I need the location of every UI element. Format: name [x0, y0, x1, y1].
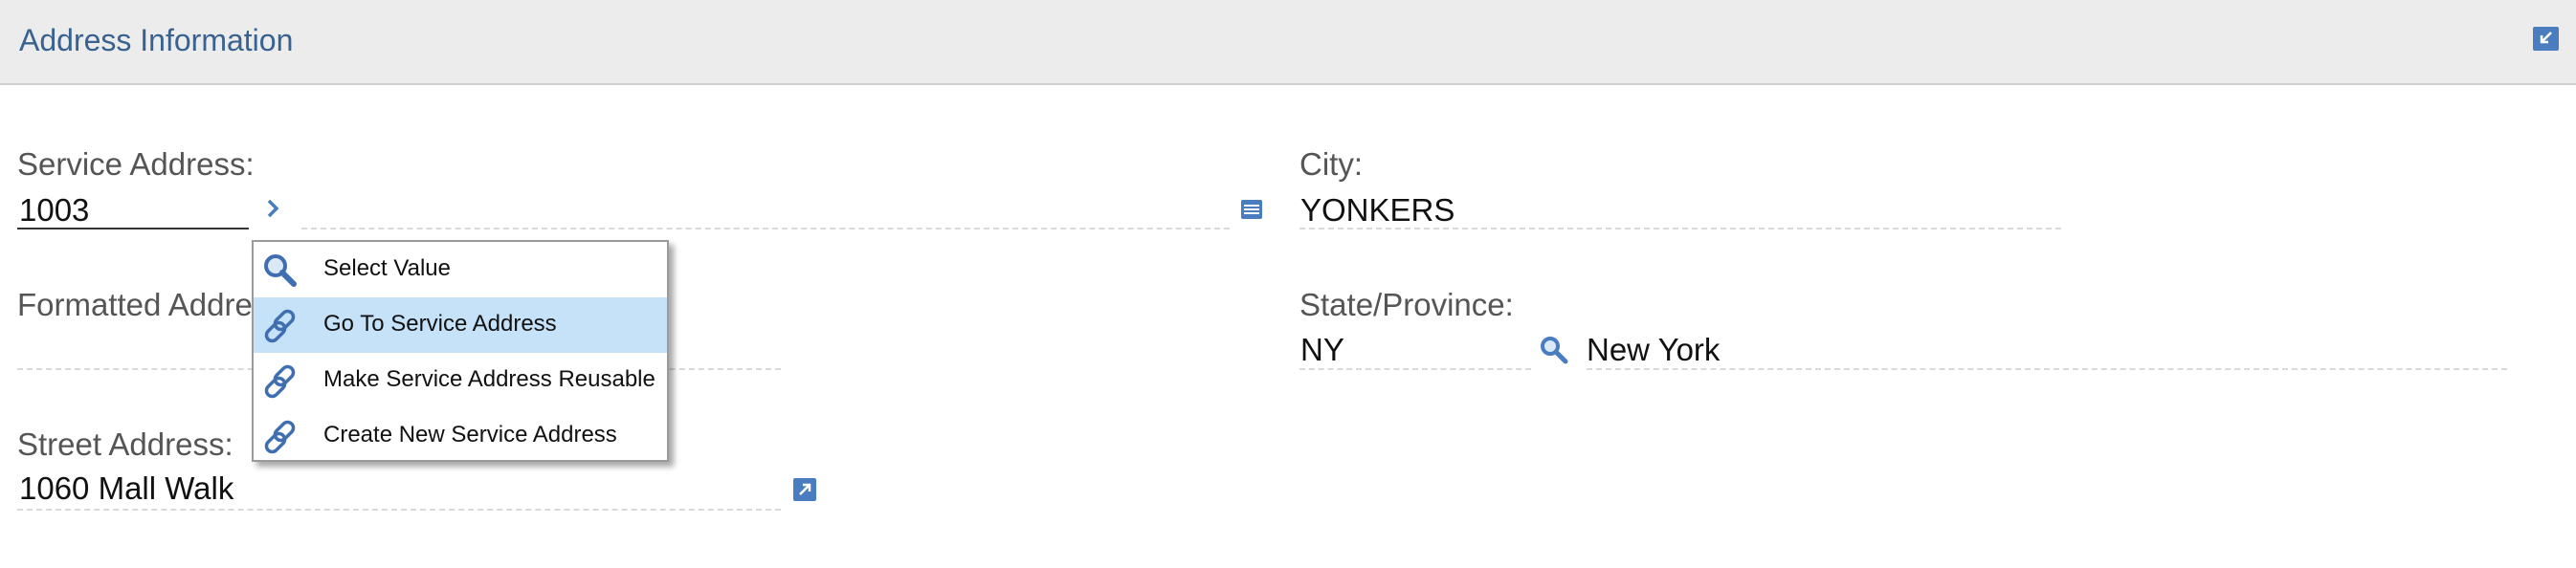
menu-item-make-reusable[interactable]: Make Service Address Reusable: [254, 353, 667, 408]
chevron-right-icon[interactable]: [262, 197, 285, 220]
search-icon[interactable]: [1539, 335, 1569, 365]
state-code-input[interactable]: NY: [1300, 332, 1344, 368]
menu-item-create-new[interactable]: Create New Service Address: [254, 408, 667, 464]
expand-arrow-icon[interactable]: [793, 478, 816, 501]
search-icon: [261, 251, 300, 290]
state-province-label: State/Province:: [1299, 287, 1514, 322]
city-label: City:: [1299, 146, 1363, 182]
section-header: Address Information: [0, 0, 2576, 85]
detail-menu-icon[interactable]: [1240, 198, 1263, 221]
link-icon: [261, 362, 300, 401]
city-value[interactable]: YONKERS: [1300, 192, 1455, 229]
menu-item-label: Select Value: [323, 255, 451, 281]
service-address-input[interactable]: 1003: [19, 192, 89, 229]
street-address-input[interactable]: 1060 Mall Walk: [19, 470, 233, 507]
menu-item-go-to-service-address[interactable]: Go To Service Address: [254, 297, 667, 353]
state-name-value: New York: [1587, 332, 1721, 367]
service-address-underline: [17, 228, 249, 229]
service-address-label: Service Address:: [17, 146, 255, 182]
street-address-line: [17, 509, 781, 511]
service-address-description-line: [301, 228, 1230, 229]
menu-item-select-value[interactable]: Select Value: [254, 242, 667, 297]
link-icon: [261, 418, 300, 456]
state-name-line: [1587, 368, 2507, 370]
link-icon: [261, 307, 300, 345]
service-address-menu: Select Value Go To Service Address Make …: [252, 240, 669, 462]
menu-item-label: Go To Service Address: [323, 311, 557, 337]
street-address-label: Street Address:: [17, 426, 233, 462]
collapse-arrow-icon[interactable]: [2533, 27, 2559, 51]
section-title: Address Information: [19, 23, 294, 57]
menu-item-label: Make Service Address Reusable: [323, 366, 655, 392]
menu-item-label: Create New Service Address: [323, 422, 617, 448]
city-line: [1299, 228, 2061, 229]
state-code-line: [1299, 368, 1531, 370]
